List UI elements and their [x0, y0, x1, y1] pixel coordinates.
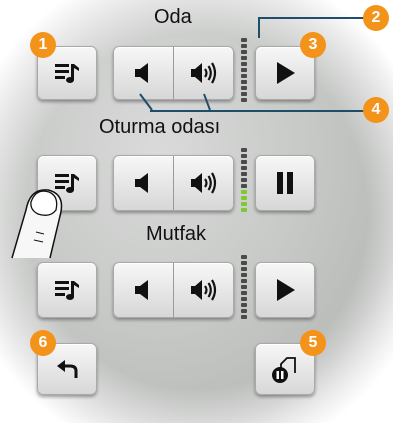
- volume-up-icon: [190, 279, 216, 301]
- badge-4: 4: [363, 97, 389, 123]
- level-meter-oturma-odasi: [241, 148, 247, 212]
- pause-icon: [277, 172, 293, 194]
- volume-down-icon: [134, 280, 148, 300]
- finger-illustration: [11, 189, 63, 259]
- volume-control-oturma-odasi: [113, 155, 234, 211]
- play-button-mutfak[interactable]: [255, 262, 315, 318]
- level-meter-mutfak: [241, 255, 247, 319]
- badge-5: 5: [300, 330, 326, 356]
- badge-3: 3: [300, 32, 326, 58]
- playlist-icon: [55, 64, 79, 83]
- playlist-button-mutfak[interactable]: [37, 262, 97, 318]
- room-label-oda: Oda: [154, 6, 192, 28]
- volume-up-icon: [190, 62, 216, 84]
- volume-down-button-mutfak[interactable]: [114, 263, 173, 317]
- badge-2: 2: [363, 5, 389, 31]
- callout-line-2-vertical: [258, 17, 260, 38]
- volume-control-mutfak: [113, 262, 234, 318]
- room-label-mutfak: Mutfak: [146, 223, 207, 245]
- volume-down-button-oturma-odasi[interactable]: [114, 156, 173, 210]
- callout-pointers-4: [139, 93, 211, 111]
- pause-button-oturma-odasi[interactable]: [255, 155, 315, 211]
- badge-1: 1: [30, 32, 56, 58]
- badge-6: 6: [30, 330, 56, 356]
- pause-all-icon: [272, 357, 296, 383]
- volume-up-button-oturma-odasi[interactable]: [173, 156, 233, 210]
- back-arrow-icon: [57, 360, 78, 378]
- volume-up-button-mutfak[interactable]: [173, 263, 233, 317]
- callout-line-2: [259, 17, 369, 19]
- play-icon: [277, 62, 295, 84]
- volume-down-icon: [134, 63, 148, 83]
- playlist-icon: [55, 281, 79, 300]
- room-label-oturma-odasi: Oturma odası: [99, 116, 221, 138]
- volume-down-icon: [134, 173, 148, 193]
- level-meter-oda: [241, 38, 247, 102]
- volume-up-icon: [190, 172, 216, 194]
- play-icon: [277, 279, 295, 301]
